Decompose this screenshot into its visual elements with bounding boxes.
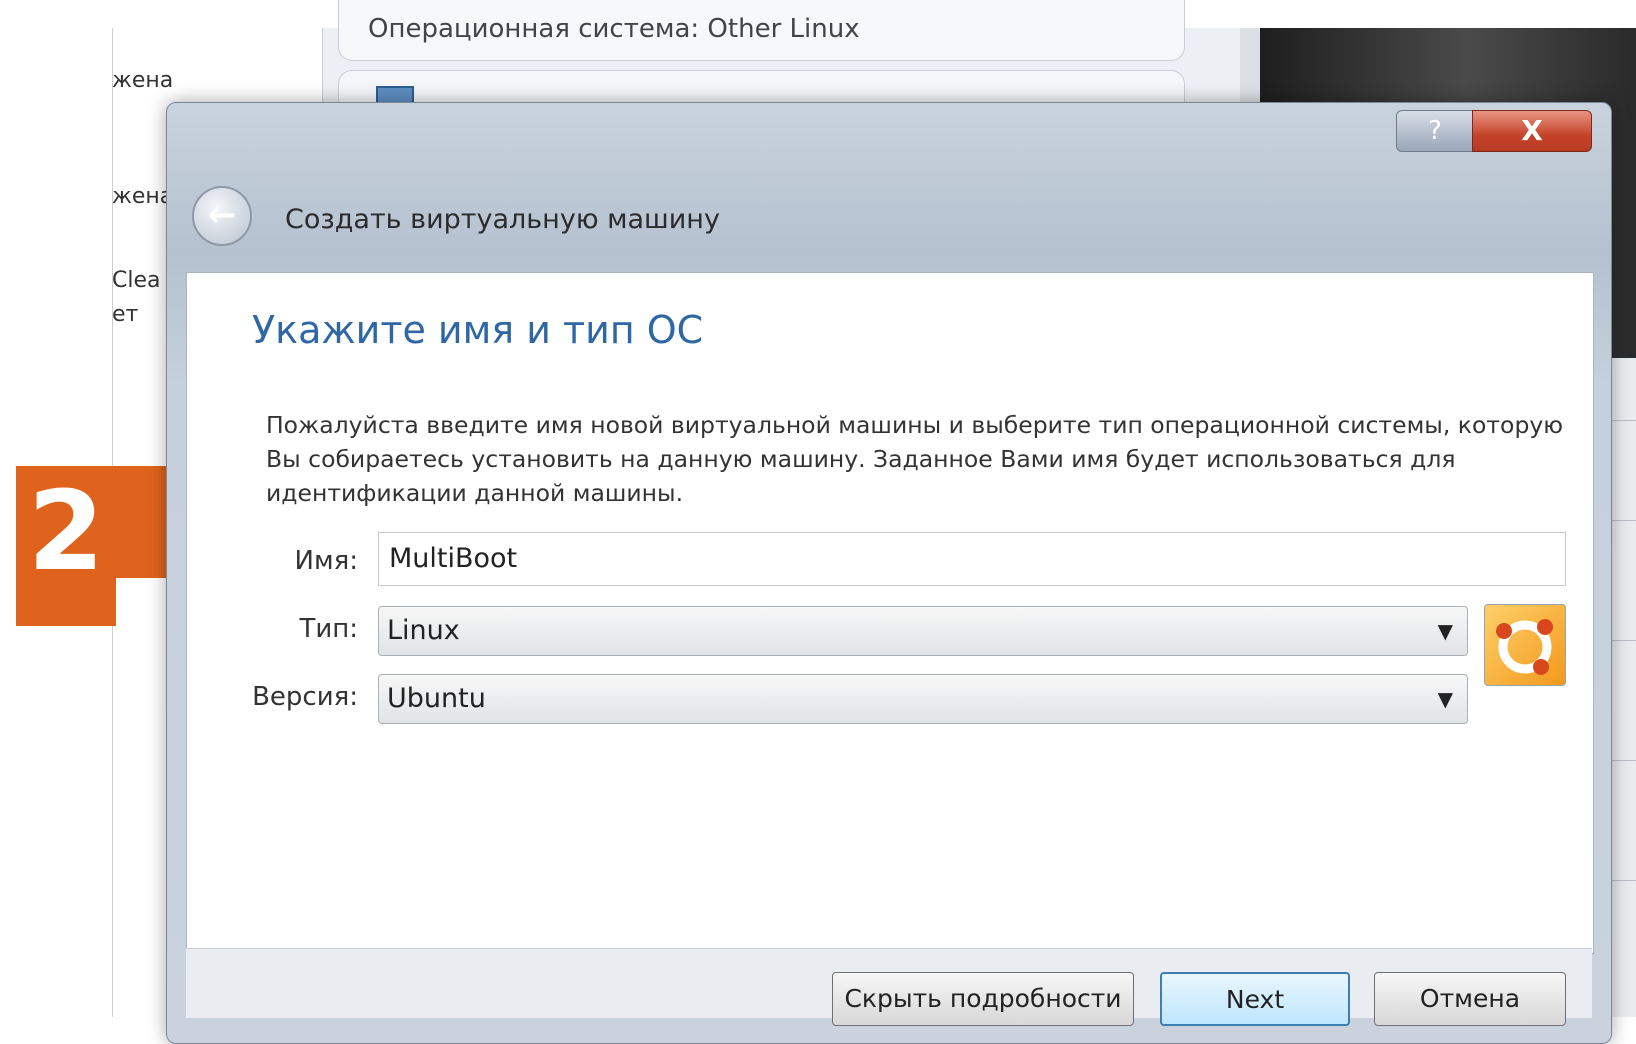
close-button[interactable]: X xyxy=(1472,110,1592,152)
vm-list-fragment[interactable]: Clea xyxy=(112,268,161,293)
os-type-line: Операционная система: Other Linux xyxy=(368,14,860,44)
vm-list-fragment[interactable]: жена xyxy=(112,68,173,93)
description-text: Пожалуйста введите имя новой виртуальной… xyxy=(266,411,1564,507)
vm-list-fragment[interactable]: ет xyxy=(112,302,138,327)
vm-list-fragment[interactable]: жена xyxy=(112,184,173,209)
next-button[interactable]: Next xyxy=(1160,972,1350,1026)
type-select[interactable]: Linux ▼ xyxy=(378,606,1468,656)
chevron-down-icon: ▼ xyxy=(1437,687,1453,711)
name-label: Имя: xyxy=(294,546,358,576)
name-input[interactable]: MultiBoot xyxy=(378,532,1566,586)
ubuntu-logo-icon xyxy=(1484,604,1566,686)
type-select-value: Linux xyxy=(387,615,460,646)
version-select[interactable]: Ubuntu ▼ xyxy=(378,674,1468,724)
cancel-button[interactable]: Отмена xyxy=(1374,972,1566,1026)
type-label: Тип: xyxy=(299,614,358,644)
page-title: Укажите имя и тип ОС xyxy=(252,308,704,352)
step-badge: 2 xyxy=(16,466,116,626)
title-controls: ? X xyxy=(1396,110,1596,152)
help-button[interactable]: ? xyxy=(1396,110,1474,152)
back-arrow-icon[interactable]: ← xyxy=(192,186,252,246)
wizard-title: Создать виртуальную машину xyxy=(285,204,720,235)
chevron-down-icon: ▼ xyxy=(1437,619,1453,643)
hide-details-button[interactable]: Скрыть подробности xyxy=(832,972,1134,1026)
version-select-value: Ubuntu xyxy=(387,683,486,714)
version-label: Версия: xyxy=(252,682,358,712)
